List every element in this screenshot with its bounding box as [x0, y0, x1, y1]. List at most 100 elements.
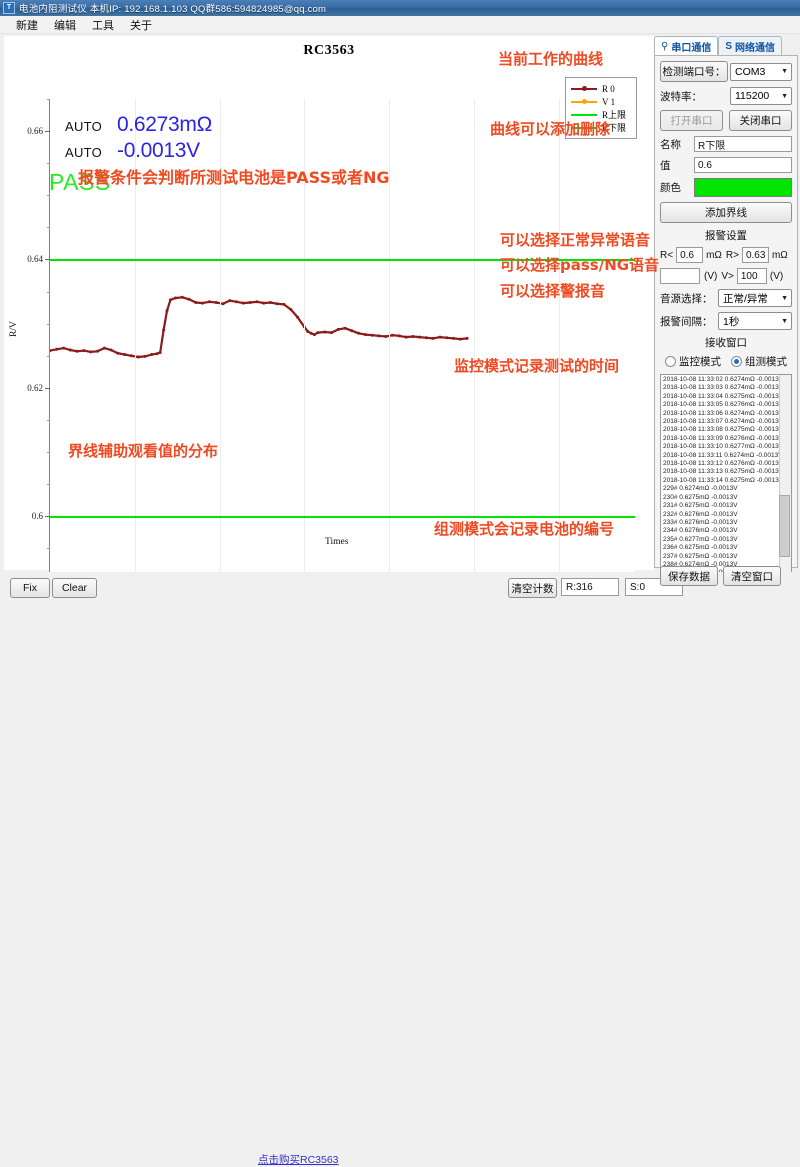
port-row: 检测端口号： COM3 ▼ — [660, 61, 792, 82]
buy-product-link[interactable]: 点击购买RC3563 — [258, 1152, 339, 1167]
network-icon: S — [725, 41, 732, 52]
y-axis-minor-tick — [47, 484, 50, 486]
port-select[interactable]: COM3 ▼ — [730, 62, 792, 81]
baud-row: 波特率： 115200 ▼ — [660, 87, 792, 105]
receive-log-list[interactable]: 2018-10-08 11:33:02 0.6274mΩ -0.0013V 201… — [660, 374, 792, 596]
y-axis-tick-label: 0.66 — [27, 126, 43, 137]
log-entry: 2018-10-08 11:33:09 0.6276mΩ -0.0013V — [663, 434, 784, 442]
alarm-settings-title: 报警设置 — [705, 230, 747, 242]
detect-port-button[interactable]: 检测端口号： — [660, 61, 728, 82]
line-name-input[interactable]: R下限 — [694, 136, 792, 152]
clear-button[interactable]: Clear — [52, 578, 97, 598]
add-limit-line-button[interactable]: 添加界线 — [660, 202, 792, 223]
tab-serial-communication[interactable]: ⚲ 串口通信 — [654, 36, 719, 56]
fix-button[interactable]: Fix — [10, 578, 50, 598]
log-entry: 229# 0.6274mΩ -0.0013V — [663, 485, 738, 493]
annotation-text: 当前工作的曲线 — [498, 50, 604, 68]
y-axis-label: R/V — [9, 321, 19, 337]
v-low-unit: (V) — [704, 270, 718, 282]
close-port-button[interactable]: 关闭串口 — [729, 110, 792, 131]
menu-item-edit[interactable]: 编辑 — [46, 16, 84, 34]
tab-network-communication[interactable]: S 网络通信 — [718, 36, 782, 56]
log-entry: 235# 0.6277mΩ -0.0013V — [663, 535, 738, 543]
radio-group-mode[interactable]: 组测模式 — [731, 354, 787, 369]
v-low-input[interactable] — [660, 268, 700, 284]
radio-group-label: 组测模式 — [745, 356, 787, 368]
r-low-input[interactable]: 0.6 — [676, 247, 704, 263]
resistance-value: 0.6273mΩ — [117, 113, 213, 136]
right-panel: ⚲ 串口通信 S 网络通信 检测端口号： COM3 ▼ 波特率： 115200 … — [654, 36, 798, 596]
log-entry: 2018-10-08 11:33:13 0.6275mΩ -0.0013V — [663, 468, 784, 476]
y-axis-tick — [45, 131, 50, 133]
legend-item[interactable]: V 1 — [571, 95, 631, 108]
client-area: RC3563 R/V Times AUTO 0.6273mΩ AUTO -0.0… — [0, 34, 800, 596]
y-axis-tick — [45, 387, 50, 389]
tab-network-label: 网络通信 — [735, 43, 775, 54]
radio-group-icon — [731, 356, 742, 367]
alarm-interval-row: 报警间隔： 1秒 ▼ — [660, 312, 792, 330]
line-color-swatch[interactable] — [694, 178, 792, 197]
log-entry: 2018-10-08 11:33:04 0.6275mΩ -0.0013V — [663, 392, 784, 400]
log-entry: 233# 0.6276mΩ -0.0013V — [663, 518, 738, 526]
y-axis-minor-tick — [47, 227, 50, 229]
line-value-label: 值 — [660, 159, 671, 172]
r-high-input[interactable]: 0.63 — [741, 247, 769, 263]
y-axis-minor-tick — [47, 323, 50, 325]
voltage-value: -0.0013V — [117, 139, 200, 162]
log-entry: 2018-10-08 11:33:14 0.6275mΩ -0.0013V — [663, 476, 784, 484]
window-title: 电池内阻测试仪 本机IP: 192.168.1.103 QQ群586:59482… — [19, 4, 327, 15]
sound-source-select[interactable]: 正常/异常 ▼ — [718, 289, 792, 307]
sound-source-value: 正常/异常 — [723, 292, 768, 305]
received-count-field: R:316 — [561, 578, 619, 596]
y-axis-minor-tick — [47, 163, 50, 165]
log-entry: 2018-10-08 11:33:03 0.6274mΩ -0.0013V — [663, 384, 784, 392]
log-entry: 2018-10-08 11:33:07 0.6274mΩ -0.0013V — [663, 418, 784, 426]
alarm-interval-select[interactable]: 1秒 ▼ — [718, 312, 792, 330]
clear-count-button[interactable]: 清空计数 — [508, 578, 557, 598]
save-data-button[interactable]: 保存数据 — [660, 566, 718, 586]
menu-item-tools[interactable]: 工具 — [84, 16, 122, 34]
log-entry: 2018-10-08 11:33:12 0.6276mΩ -0.0013V — [663, 460, 784, 468]
legend-label: V 1 — [602, 96, 616, 107]
chevron-down-icon: ▼ — [781, 68, 788, 75]
log-entry: 2018-10-08 11:33:05 0.6276mΩ -0.0013V — [663, 401, 784, 409]
chevron-down-icon: ▼ — [781, 92, 788, 100]
log-entry: 232# 0.6276mΩ -0.0013V — [663, 510, 738, 518]
sound-source-row: 音源选择： 正常/异常 ▼ — [660, 289, 792, 307]
menu-item-about[interactable]: 关于 — [122, 16, 160, 34]
port-action-row: 打开串口 关闭串口 — [660, 110, 792, 131]
legend-item[interactable]: R 0 — [571, 82, 631, 95]
sound-source-label: 音源选择： — [660, 292, 713, 305]
v-high-unit: (V) — [769, 270, 784, 282]
menu-bar: 新建 编辑 工具 关于 — [0, 16, 800, 34]
clear-window-button[interactable]: 清空窗口 — [723, 566, 781, 586]
line-value-input[interactable]: 0.6 — [694, 157, 792, 173]
v-high-input[interactable]: 100 — [736, 268, 767, 284]
log-scroll-thumb[interactable] — [779, 495, 790, 557]
log-entry: 230# 0.6275mΩ -0.0013V — [663, 493, 738, 501]
log-entry: 231# 0.6275mΩ -0.0013V — [663, 502, 738, 510]
bottom-bar: Fix Clear 点击购买RC3563 清空计数 R:316 S:0 保存数据… — [0, 566, 800, 1166]
baud-rate-select[interactable]: 115200 ▼ — [730, 87, 792, 105]
alarm-interval-value: 1秒 — [723, 315, 740, 328]
radio-monitor-mode[interactable]: 监控模式 — [665, 354, 721, 369]
mode-radio-row: 监控模式 组测模式 — [660, 354, 792, 369]
application-window: T 电池内阻测试仪 本机IP: 192.168.1.103 QQ群586:594… — [0, 0, 800, 1166]
legend-swatch — [571, 97, 597, 107]
title-bar: T 电池内阻测试仪 本机IP: 192.168.1.103 QQ群586:594… — [0, 0, 800, 16]
log-entry: 237# 0.6275mΩ -0.0013V — [663, 552, 738, 560]
readout-row-voltage: AUTO -0.0013V — [65, 139, 325, 163]
measurement-readout: AUTO 0.6273mΩ AUTO -0.0013V — [65, 113, 325, 165]
open-port-button[interactable]: 打开串口 — [660, 110, 723, 131]
r-high-unit: mΩ — [771, 249, 788, 261]
line-name-row: 名称 R下限 — [660, 136, 792, 152]
tab-strip: ⚲ 串口通信 S 网络通信 — [654, 36, 782, 56]
log-scrollbar[interactable] — [779, 375, 791, 595]
menu-item-new[interactable]: 新建 — [8, 16, 46, 34]
baud-rate-label: 波特率： — [660, 90, 702, 103]
annotation-text: 可以选择正常异常语音 — [500, 231, 651, 249]
baud-rate-value: 115200 — [735, 90, 770, 102]
v-high-prefix: V> — [721, 270, 734, 282]
tab-serial-label: 串口通信 — [671, 43, 712, 54]
annotation-text: 监控模式记录测试的时间 — [454, 357, 620, 375]
